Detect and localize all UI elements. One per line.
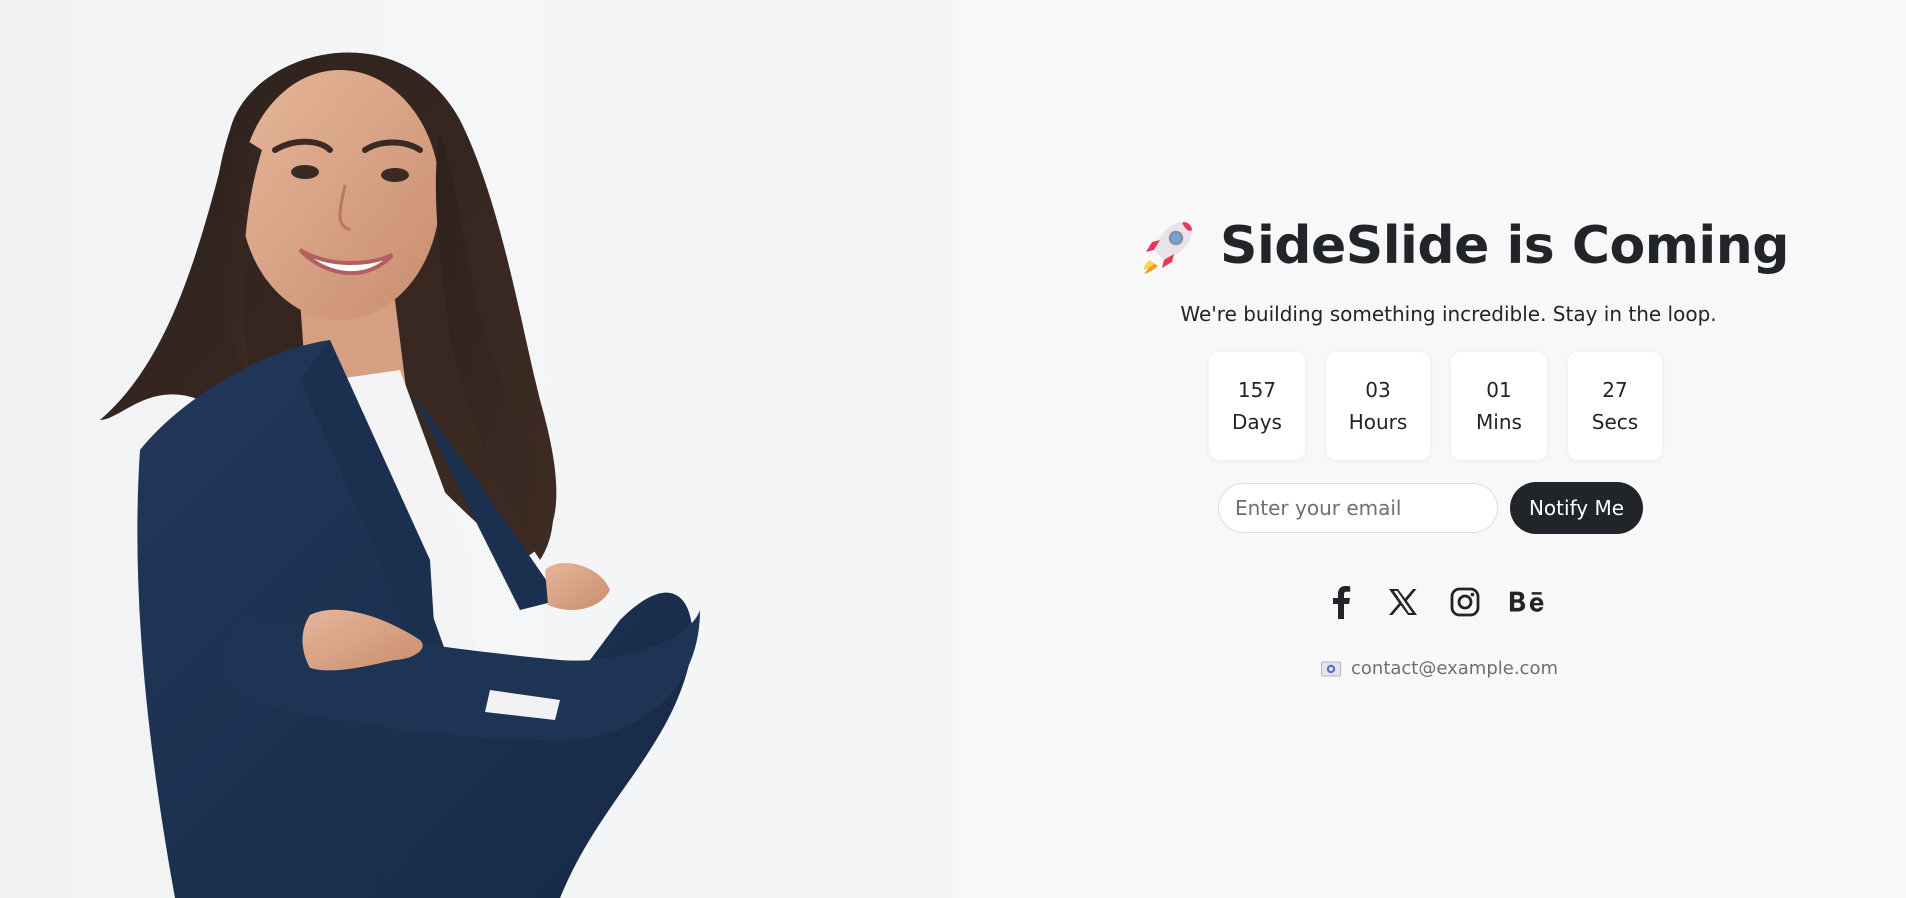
- countdown-timer: 157 Days 03 Hours 01 Mins 27 Secs: [1209, 352, 1662, 460]
- tagline: We're building something incredible. Sta…: [1180, 302, 1717, 326]
- rocket-icon: [1144, 222, 1192, 274]
- countdown-hours-value: 03: [1365, 378, 1391, 402]
- countdown-mins: 01 Mins: [1451, 352, 1547, 460]
- coming-soon-content: SideSlide is Coming We're building somet…: [953, 210, 1906, 679]
- title-row: SideSlide is Coming: [1138, 210, 1789, 282]
- content-panel: SideSlide is Coming We're building somet…: [953, 0, 1906, 898]
- email-input[interactable]: [1217, 483, 1498, 533]
- envelope-icon: [1321, 661, 1341, 676]
- businesswoman-portrait-image: [100, 52, 701, 898]
- notify-me-button[interactable]: Notify Me: [1509, 482, 1644, 534]
- hero-photo: [0, 0, 953, 898]
- countdown-mins-value: 01: [1486, 378, 1512, 402]
- coming-soon-page: SideSlide is Coming We're building somet…: [0, 0, 1906, 898]
- countdown-days-label: Days: [1232, 410, 1282, 434]
- social-links: [1323, 584, 1545, 620]
- contact-email[interactable]: contact@example.com: [1351, 658, 1558, 679]
- countdown-secs: 27 Secs: [1568, 352, 1662, 460]
- countdown-days: 157 Days: [1209, 352, 1305, 460]
- notify-form: Notify Me: [1217, 482, 1644, 534]
- x-icon[interactable]: [1385, 584, 1421, 620]
- contact-info: contact@example.com: [1321, 658, 1558, 679]
- countdown-secs-label: Secs: [1591, 410, 1639, 434]
- page-title: SideSlide is Coming: [1220, 216, 1789, 276]
- countdown-secs-value: 27: [1602, 378, 1628, 402]
- countdown-hours: 03 Hours: [1326, 352, 1430, 460]
- countdown-mins-label: Mins: [1476, 410, 1522, 434]
- instagram-icon[interactable]: [1447, 584, 1483, 620]
- behance-icon[interactable]: [1509, 584, 1545, 620]
- facebook-icon[interactable]: [1323, 584, 1359, 620]
- countdown-hours-label: Hours: [1348, 410, 1408, 434]
- countdown-days-value: 157: [1237, 378, 1277, 402]
